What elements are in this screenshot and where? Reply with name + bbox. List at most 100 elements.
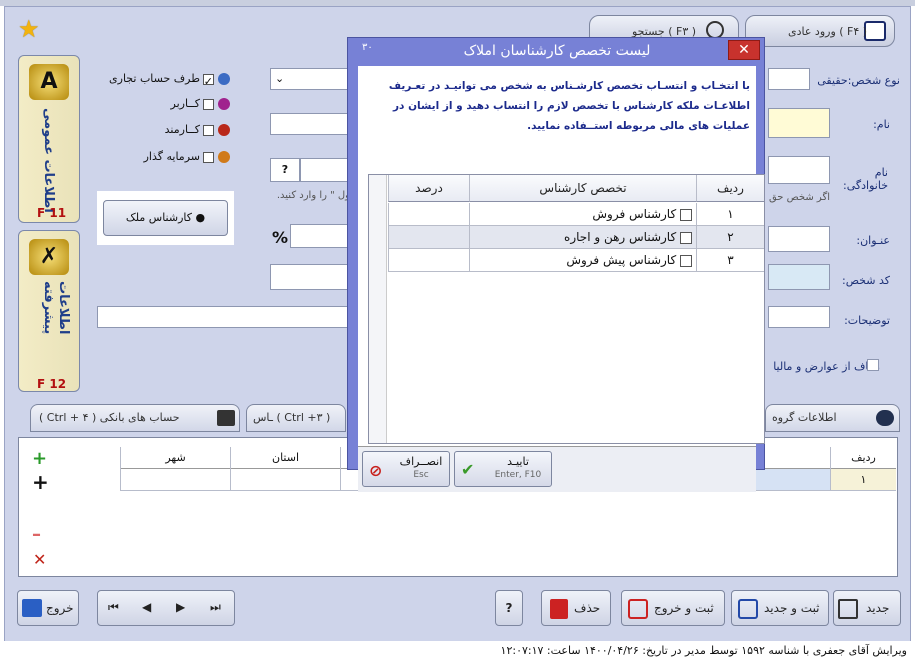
save-icon (738, 599, 758, 619)
percent-cell[interactable] (388, 226, 469, 249)
table-scrollbar[interactable] (369, 175, 387, 443)
property-expert-label: کارشناس ملک (125, 211, 192, 224)
checkbox-employee-label: کــارمند (164, 123, 200, 136)
save-new-button[interactable]: ثبت و جدید (731, 590, 829, 626)
user-icon: ● (195, 211, 206, 224)
checkbox-employee[interactable]: کــارمند (100, 123, 230, 141)
row-checkbox[interactable] (680, 231, 692, 244)
checkbox-trade-party-label: طرف حساب تجاری (109, 72, 200, 85)
favorite-star-icon[interactable]: ★ (18, 15, 40, 43)
tab-bank-accounts[interactable]: حساب های بانکی ( Ctrl + ۴ ) (30, 404, 240, 432)
header-expertise: تخصص کارشناس (469, 175, 696, 202)
person-type-select[interactable] (768, 68, 810, 90)
family-hint: اگر شخص حق (768, 192, 830, 203)
tab-general-info-label: اطلاعات عمومی (41, 108, 56, 213)
normal-entry-button[interactable]: ورود عادی ( F۴ ) (745, 15, 895, 47)
status-bar: ویرایش آقای جعفری با شناسه ۱۵۹۲ توسط مدی… (0, 641, 915, 663)
checkbox-user[interactable]: کــاربر (100, 97, 230, 115)
cancel-button[interactable]: ⊘ انصــراف Esc (362, 451, 450, 487)
tools-icon: ✗ (29, 239, 69, 275)
row-number: ۲ (696, 226, 764, 249)
title-field[interactable] (768, 226, 830, 252)
last-record-icon[interactable]: ⏭ (210, 600, 221, 615)
property-expert-button[interactable]: کارشناس ملک ● (103, 200, 228, 236)
family-field[interactable] (768, 156, 830, 184)
grid-cell[interactable] (120, 469, 230, 491)
dialog-footer: ⊘ انصــراف Esc ✔ تاییـد Enter, F10 (358, 446, 756, 492)
checkbox-box[interactable] (203, 151, 214, 163)
checkbox-investor-label: سرمایه گذار (143, 150, 200, 163)
table-row[interactable]: کارشناس رهن و اجاره (469, 226, 696, 249)
close-icon[interactable]: ✕ (728, 40, 760, 60)
percent-field[interactable] (290, 224, 350, 248)
header-row: ردیف (696, 175, 764, 202)
exit-button[interactable]: خروج (17, 590, 79, 626)
checkbox-box[interactable]: ✓ (203, 73, 214, 88)
dialog-title: لیست تخصص کارشناسان املاک (463, 43, 651, 59)
checkbox-user-label: کــاربر (170, 97, 200, 110)
tab-general-info[interactable]: A اطلاعات عمومی F 11 (18, 55, 80, 223)
add-row-icon[interactable]: + (32, 448, 47, 469)
user-icon (218, 98, 230, 110)
checkbox-box[interactable] (203, 98, 214, 110)
description-field-left[interactable] (97, 306, 350, 328)
new-icon (838, 599, 858, 619)
row-number: ۳ (696, 249, 764, 272)
name-field[interactable] (768, 108, 830, 138)
delete-row-icon[interactable]: ✕ (33, 550, 46, 569)
header-percent: درصد (388, 175, 469, 202)
group-icon (876, 410, 894, 426)
new-button[interactable]: جدید (833, 590, 901, 626)
help-icon[interactable]: ? (270, 158, 300, 182)
cancel-shortcut: Esc (413, 470, 429, 480)
percent-cell[interactable] (388, 249, 469, 272)
trash-icon (550, 599, 568, 619)
confirm-button[interactable]: ✔ تاییـد Enter, F10 (454, 451, 552, 487)
user-icon (218, 151, 230, 163)
prev-record-icon[interactable]: ◀ (142, 600, 151, 614)
delete-label: حذف (574, 601, 601, 615)
table-row[interactable]: کارشناس فروش (469, 203, 696, 226)
grid-cell[interactable] (230, 469, 340, 491)
code-field[interactable] (768, 264, 830, 290)
tab-advanced-info-label: اطلاعات پیشرفته (41, 281, 71, 335)
grid-row-number: ۱ (830, 469, 896, 491)
table-row[interactable]: کارشناس پیش فروش (469, 249, 696, 272)
floppy-icon (864, 21, 886, 41)
tab-contacts-label: ( Ctrl +۳ ) ـاس (253, 411, 331, 424)
percent-cell[interactable] (388, 203, 469, 226)
tab-group-info[interactable]: اطلاعات گروه (765, 404, 900, 432)
exempt-label: معاف از عوارض و مالیا (773, 360, 880, 373)
person-type-select-left[interactable]: ⌄ (270, 68, 350, 90)
exit-icon (22, 599, 42, 617)
remove-row-icon[interactable]: – (32, 524, 41, 545)
delete-button[interactable]: حذف (541, 590, 611, 626)
card-icon (217, 410, 235, 426)
combo-field[interactable] (270, 113, 350, 135)
next-record-icon[interactable]: ▶ (176, 600, 185, 614)
row-checkbox[interactable] (680, 254, 692, 267)
row-checkbox[interactable] (680, 208, 692, 221)
checkbox-box[interactable] (203, 124, 214, 136)
check-icon: ✔ (461, 460, 475, 479)
code-field-left[interactable] (270, 264, 350, 290)
save-exit-label: ثبت و خروج (654, 601, 714, 615)
tab-contacts[interactable]: ( Ctrl +۳ ) ـاس (246, 404, 346, 432)
family-field-left[interactable] (300, 158, 350, 182)
checkbox-investor[interactable]: سرمایه گذار (100, 150, 230, 168)
expertise-label: کارشناس فروش (592, 207, 677, 221)
tab-advanced-info[interactable]: ✗ اطلاعات پیشرفته F 12 (18, 230, 80, 392)
help-button[interactable]: ? (495, 590, 523, 626)
family-label: نام خانوادگی: (843, 166, 888, 192)
insert-row-icon[interactable]: + (32, 470, 49, 494)
first-record-icon[interactable]: ⏮ (108, 600, 119, 615)
expertise-dialog: لیست تخصص کارشناسان املاک ۳۰ ✕ با انتخـا… (347, 37, 765, 492)
save-exit-button[interactable]: ثبت و خروج (621, 590, 725, 626)
description-field[interactable] (768, 306, 830, 328)
exempt-checkbox[interactable] (867, 359, 879, 371)
exit-label: خروج (46, 601, 74, 615)
checkbox-trade-party[interactable]: ✓طرف حساب تجاری (100, 72, 230, 90)
row-number: ۱ (696, 203, 764, 226)
save-new-label: ثبت و جدید (764, 601, 820, 615)
name-label: نام: (873, 118, 890, 131)
